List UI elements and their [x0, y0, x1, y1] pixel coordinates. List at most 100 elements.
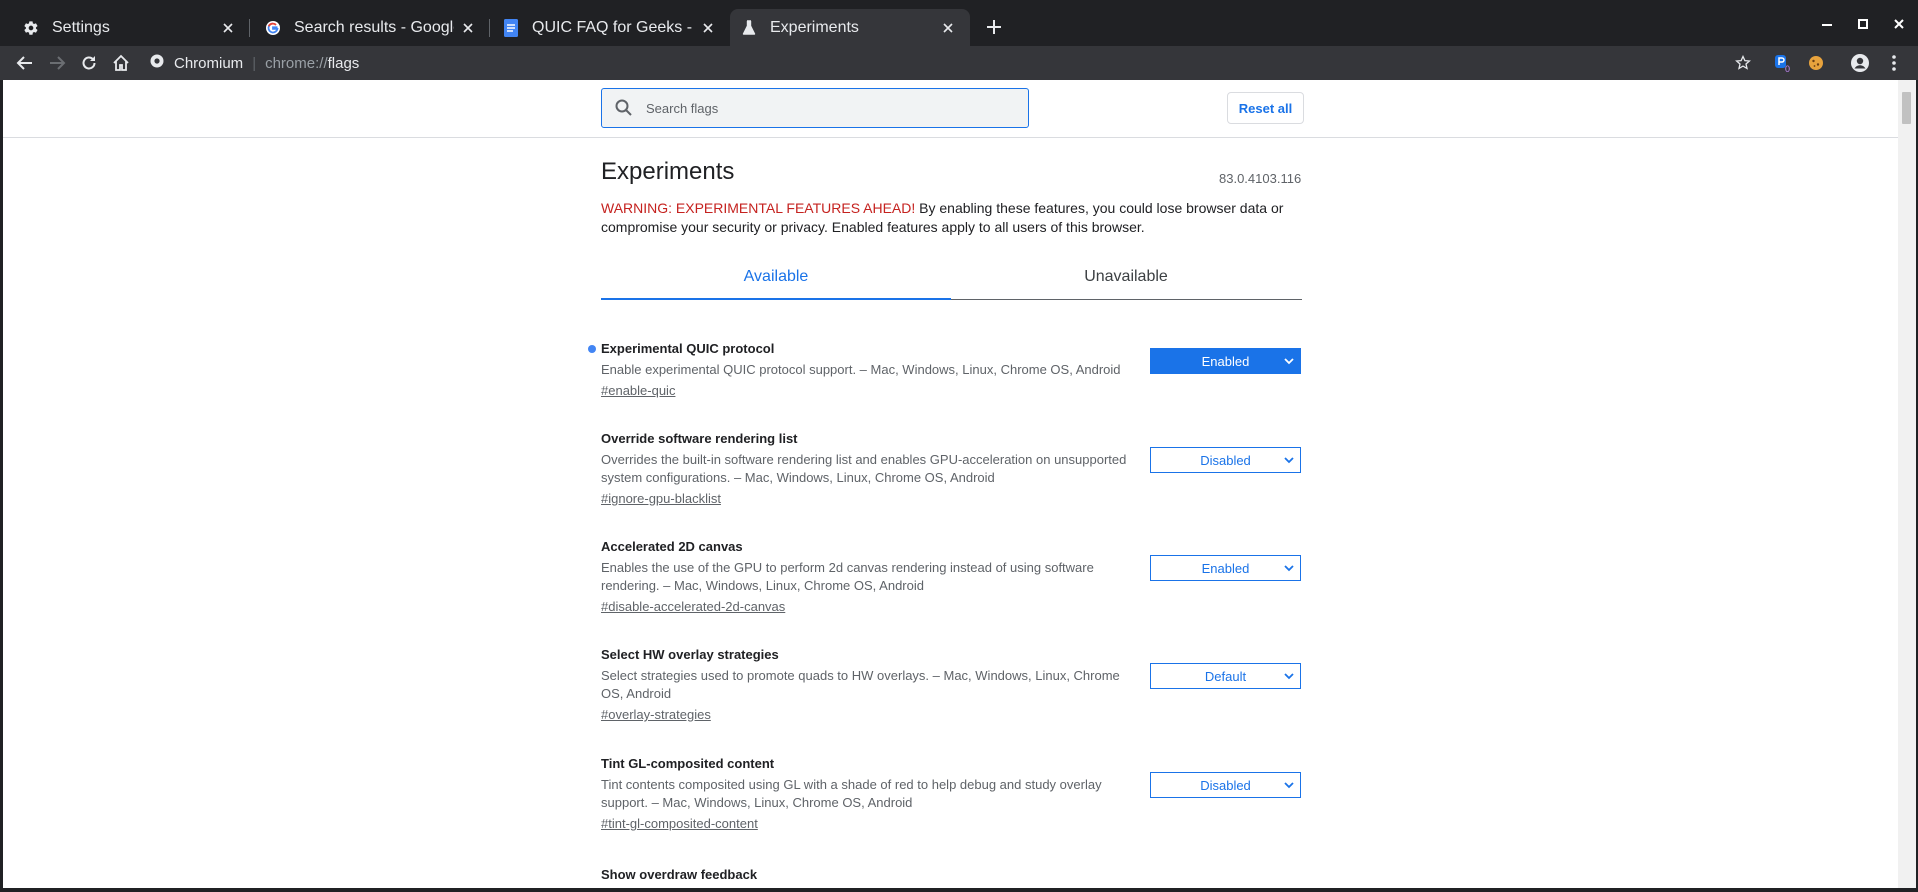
maximize-icon [1858, 19, 1868, 29]
search-icon [615, 99, 632, 116]
home-button[interactable] [109, 51, 133, 75]
flask-icon [740, 19, 758, 37]
google-icon [264, 19, 282, 37]
cookie-icon [1809, 56, 1823, 70]
minimize-button[interactable] [1816, 14, 1838, 34]
close-icon[interactable] [940, 20, 956, 36]
tab-title: Settings [52, 18, 110, 36]
chevron-down-icon [1284, 565, 1294, 572]
experiment-permalink[interactable]: #enable-quic [601, 382, 1311, 400]
tab-unavailable[interactable]: Unavailable [951, 255, 1301, 299]
omnibox-path: flags [327, 54, 360, 72]
tab-available[interactable]: Available [601, 255, 951, 299]
chromium-icon [150, 54, 164, 72]
docs-icon [502, 18, 520, 37]
flags-header: Reset all [3, 80, 1898, 138]
reset-all-button[interactable]: Reset all [1227, 92, 1304, 124]
page-title: Experiments [601, 158, 735, 185]
close-icon [1894, 19, 1904, 29]
forward-arrow-icon [50, 56, 66, 70]
extension-badge: 0 [1785, 64, 1791, 74]
tab-quic-faq[interactable]: QUIC FAQ for Geeks - Google Docs [490, 9, 730, 46]
experiment-description: Overrides the built-in software renderin… [601, 452, 1127, 485]
experiment-select[interactable]: Disabled [1150, 447, 1301, 473]
page-scrollbar[interactable] [1898, 80, 1916, 888]
bookmark-star-button[interactable] [1731, 51, 1755, 75]
minimize-icon [1822, 24, 1832, 26]
experiment-permalink[interactable]: #tint-gl-composited-content [601, 815, 1311, 833]
close-icon[interactable] [700, 20, 716, 36]
select-value: Default [1204, 668, 1247, 684]
active-tab-indicator [601, 298, 951, 300]
tab-search-results[interactable]: Search results - Google Chrome Help [250, 9, 490, 46]
flags-tabs: Available Unavailable [601, 255, 1302, 300]
omnibox[interactable]: Chromium | chrome:// flags [150, 53, 359, 73]
home-icon [113, 54, 129, 71]
more-vert-icon [1892, 55, 1896, 71]
star-icon [1735, 55, 1751, 70]
experiment-description: Select strategies used to promote quads … [601, 668, 1120, 701]
menu-button[interactable] [1882, 51, 1906, 75]
experiment-permalink[interactable]: #disable-accelerated-2d-canvas [601, 598, 1311, 616]
experiment-item: Show overdraw feedback [601, 866, 1311, 884]
experiment-permalink[interactable]: #overlay-strategies [601, 706, 1311, 724]
experiment-name: Show overdraw feedback [601, 867, 758, 882]
close-icon[interactable] [460, 20, 476, 36]
account-circle-icon [1851, 54, 1869, 72]
back-button[interactable] [13, 51, 37, 75]
scrollbar-thumb[interactable] [1902, 92, 1911, 124]
experiment-name: Accelerated 2D canvas [601, 539, 743, 554]
tab-title: QUIC FAQ for Geeks - Google Docs [532, 18, 694, 36]
select-value: Disabled [1200, 452, 1251, 468]
experiment-description: Enables the use of the GPU to perform 2d… [601, 560, 1094, 593]
experiment-item: Experimental QUIC protocol Enable experi… [588, 340, 1311, 400]
omnibox-divider: | [252, 54, 257, 72]
experiment-description: Enable experimental QUIC protocol suppor… [601, 362, 1121, 377]
search-input[interactable] [644, 99, 1008, 117]
profile-button[interactable] [1848, 51, 1872, 75]
select-value: Enabled [1201, 560, 1250, 576]
reload-icon [82, 56, 96, 70]
extension-button[interactable]: 0 [1770, 51, 1794, 75]
toolbar: Chromium | chrome:// flags 0 [0, 46, 1918, 80]
select-value: Disabled [1200, 777, 1251, 793]
omnibox-scheme: chrome:// [265, 54, 328, 72]
experiment-item: Tint GL-composited content Tint contents… [601, 755, 1311, 833]
experiment-select[interactable]: Enabled [1150, 555, 1301, 581]
modified-indicator [588, 345, 596, 353]
cookie-extension-button[interactable] [1804, 51, 1828, 75]
experiment-select[interactable]: Enabled [1150, 348, 1301, 374]
tab-settings[interactable]: Settings [0, 9, 250, 46]
plus-icon [987, 20, 1001, 34]
page-viewport: Reset all Experiments 83.0.4103.116 WARN… [3, 80, 1898, 888]
experiment-name: Tint GL-composited content [601, 756, 775, 771]
experiment-name: Select HW overlay strategies [601, 647, 779, 662]
back-arrow-icon [16, 56, 32, 70]
search-box[interactable] [601, 88, 1029, 128]
close-window-button[interactable] [1888, 14, 1910, 34]
experiment-select[interactable]: Default [1150, 663, 1301, 689]
gear-icon [22, 19, 40, 37]
warning-prefix: WARNING: EXPERIMENTAL FEATURES AHEAD! [601, 200, 916, 216]
reload-button[interactable] [77, 51, 101, 75]
experiment-item: Select HW overlay strategies Select stra… [601, 646, 1311, 724]
experiment-name: Override software rendering list [601, 431, 798, 446]
chevron-down-icon [1284, 673, 1294, 680]
forward-button[interactable] [45, 51, 69, 75]
close-icon[interactable] [220, 20, 236, 36]
maximize-button[interactable] [1852, 14, 1874, 34]
select-value: Enabled [1201, 353, 1250, 369]
warning-text: WARNING: EXPERIMENTAL FEATURES AHEAD! By… [601, 199, 1301, 237]
experiment-permalink[interactable]: #ignore-gpu-blacklist [601, 490, 1311, 508]
experiment-item: Override software rendering list Overrid… [601, 430, 1311, 508]
experiment-select[interactable]: Disabled [1150, 772, 1301, 798]
experiment-description: Tint contents composited using GL with a… [601, 777, 1102, 810]
tab-strip: Settings Search results - Google Chrome … [0, 0, 1918, 46]
chevron-down-icon [1284, 782, 1294, 789]
tab-experiments[interactable]: Experiments [730, 9, 970, 46]
version-label: 83.0.4103.116 [1219, 171, 1302, 186]
experiment-item: Accelerated 2D canvas Enables the use of… [601, 538, 1311, 616]
omnibox-site: Chromium [174, 54, 244, 72]
new-tab-button[interactable] [982, 15, 1006, 39]
tab-title: Search results - Google Chrome Help [294, 18, 454, 36]
